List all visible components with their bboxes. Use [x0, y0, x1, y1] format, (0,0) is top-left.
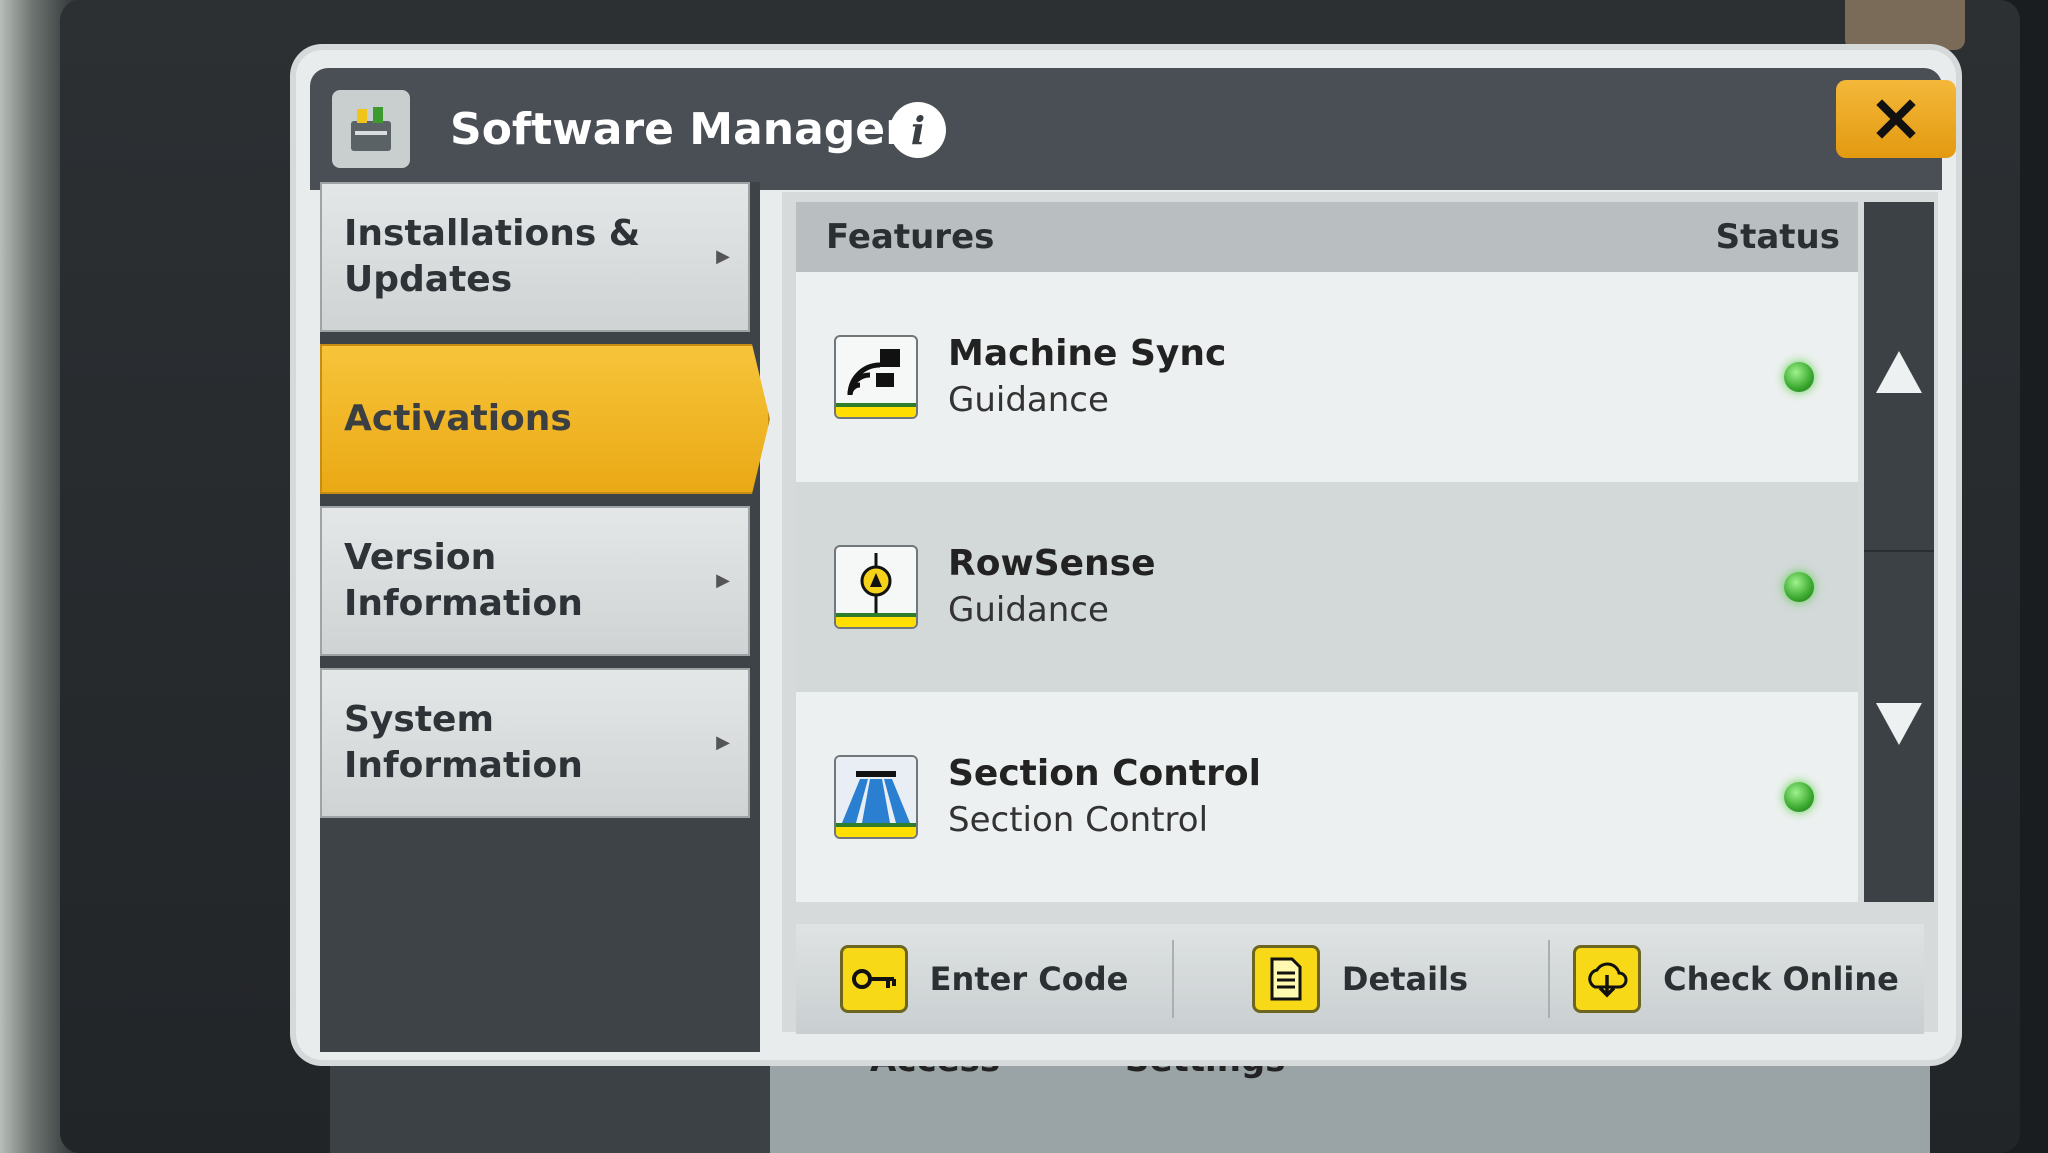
feature-name: Section Control — [948, 753, 1261, 794]
machine-sync-icon — [834, 335, 918, 419]
software-manager-dialog: Software Manager i Installations & Updat… — [296, 50, 1956, 1060]
features-panel: Features Status Machine Sync Guidance Ro… — [782, 192, 1938, 1034]
check-online-label: Check Online — [1663, 960, 1899, 998]
action-bar: Enter Code Details Check Online — [796, 924, 1924, 1034]
status-indicator — [1784, 782, 1814, 812]
enter-code-label: Enter Code — [929, 960, 1129, 998]
sidebar-item-activations[interactable]: Activations — [320, 344, 770, 494]
column-header-status: Status — [1715, 217, 1840, 257]
check-online-button[interactable]: Check Online — [1548, 924, 1924, 1034]
feature-row-rowsense[interactable]: RowSense Guidance — [796, 482, 1858, 692]
chevron-right-icon: ▶ — [716, 732, 730, 753]
details-button[interactable]: Details — [1172, 924, 1548, 1034]
sidebar-item-label: Installations & Updates — [344, 213, 641, 300]
cloud-download-icon — [1573, 945, 1642, 1013]
scroll-up-button[interactable] — [1864, 202, 1934, 542]
arrow-down-icon — [1876, 703, 1922, 745]
feature-category: Section Control — [948, 800, 1209, 840]
info-icon[interactable]: i — [890, 102, 946, 158]
software-manager-icon — [332, 90, 410, 168]
sidebar-item-label: System Information — [344, 699, 583, 786]
scroll-divider — [1864, 550, 1934, 552]
status-indicator — [1784, 362, 1814, 392]
table-header: Features Status — [796, 202, 1858, 272]
column-header-features: Features — [826, 217, 995, 257]
scrollbar — [1864, 202, 1934, 902]
feature-row-machine-sync[interactable]: Machine Sync Guidance — [796, 272, 1858, 482]
title-bar: Software Manager i — [310, 68, 1942, 190]
feature-name: Machine Sync — [948, 333, 1227, 374]
feature-name: RowSense — [948, 543, 1156, 584]
enter-code-button[interactable]: Enter Code — [796, 924, 1172, 1034]
sidebar: Installations & Updates ▶ Activations Ve… — [320, 182, 770, 1052]
background-button — [1845, 0, 1965, 50]
details-label: Details — [1341, 960, 1469, 998]
rowsense-icon — [834, 545, 918, 629]
feature-category: Guidance — [948, 380, 1109, 420]
close-icon — [1876, 99, 1916, 139]
document-icon — [1251, 945, 1320, 1013]
sidebar-item-version-information[interactable]: Version Information ▶ — [320, 506, 750, 656]
sidebar-item-installations-updates[interactable]: Installations & Updates ▶ — [320, 182, 750, 332]
sidebar-item-label: Activations — [344, 398, 572, 439]
sidebar-item-label: Version Information — [344, 537, 583, 624]
feature-category: Guidance — [948, 590, 1109, 630]
chevron-right-icon: ▶ — [716, 570, 730, 591]
status-indicator — [1784, 572, 1814, 602]
scroll-down-button[interactable] — [1864, 554, 1934, 894]
arrow-up-icon — [1876, 351, 1922, 393]
close-button[interactable] — [1836, 80, 1956, 158]
section-control-icon — [834, 755, 918, 839]
feature-row-section-control[interactable]: Section Control Section Control — [796, 692, 1858, 902]
window-title: Software Manager — [450, 104, 907, 155]
sidebar-item-system-information[interactable]: System Information ▶ — [320, 668, 750, 818]
features-list: Machine Sync Guidance RowSense Guidance … — [796, 272, 1858, 902]
chevron-right-icon: ▶ — [716, 246, 730, 267]
background-panel — [330, 1060, 770, 1153]
key-icon — [839, 945, 908, 1013]
